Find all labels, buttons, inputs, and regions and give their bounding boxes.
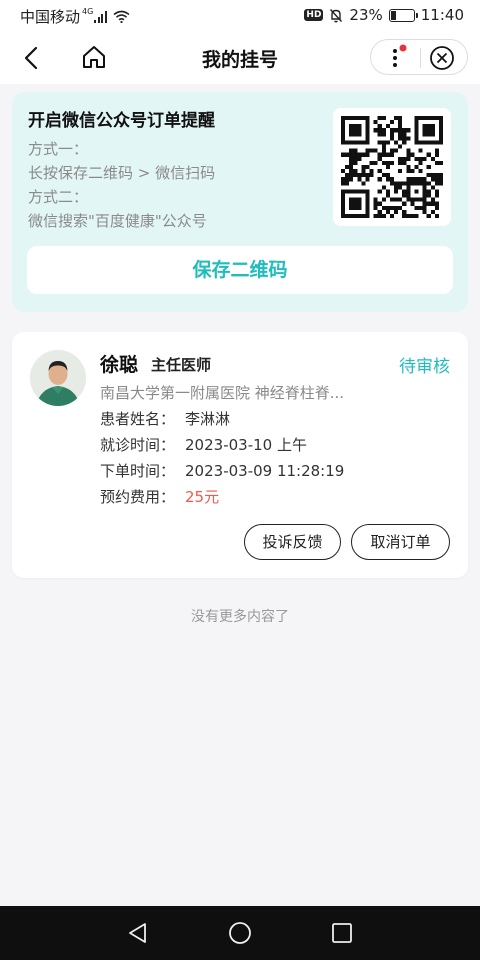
carrier-label: 中国移动 (20, 8, 81, 26)
no-more-text: 没有更多内容了 (191, 609, 289, 625)
bell-muted-icon (330, 8, 343, 22)
close-icon[interactable] (429, 45, 455, 71)
capsule-divider (420, 48, 421, 68)
nav-bar: 我的挂号 (0, 32, 480, 84)
doctor-avatar (30, 350, 86, 406)
order-card[interactable]: 徐聪 主任医师 待审核 南昌大学第一附属医院 神经脊柱脊... 患者姓名： 李淋淋… (12, 332, 468, 578)
qr-code-image (341, 116, 443, 218)
status-badge: 待审核 (399, 357, 450, 377)
hospital-department: 南昌大学第一附属医院 神经脊柱脊... (100, 384, 345, 402)
battery-percent: 23% (349, 6, 383, 24)
battery-icon (388, 8, 418, 22)
status-right: HD 23% 11:40 (304, 6, 464, 24)
field-value: 2023-03-10 上午 (185, 436, 307, 454)
save-qr-button[interactable]: 保存二维码 (27, 246, 453, 294)
status-left: 中国移动 4G (20, 6, 130, 27)
wifi-icon (113, 10, 130, 23)
subscribe-card: 开启微信公众号订单提醒 方式一： 长按保存二维码 > 微信扫码 方式二： 微信搜… (12, 92, 468, 312)
system-nav-bar (0, 906, 480, 960)
doctor-title: 主任医师 (151, 356, 212, 374)
method-one-label: 方式一： (28, 140, 89, 158)
fee-row: 预约费用： 25元 (100, 486, 219, 507)
field-label: 患者姓名： (100, 410, 176, 428)
more-icon[interactable] (379, 43, 415, 73)
field-label: 预约费用： (100, 488, 176, 506)
nav-home-circle-icon[interactable] (228, 921, 252, 945)
field-value: 2023-03-09 11:28:19 (185, 462, 345, 480)
doctor-name: 徐聪 (100, 354, 139, 376)
signal-icon (94, 10, 107, 23)
notify-dot (399, 44, 407, 52)
nav-back-triangle-icon[interactable] (126, 921, 150, 945)
nav-recents-square-icon[interactable] (330, 921, 354, 945)
mini-program-capsule (370, 39, 468, 75)
field-value: 李淋淋 (185, 410, 231, 428)
method-two-text: 微信搜索"百度健康"公众号 (28, 212, 207, 230)
subscribe-title: 开启微信公众号订单提醒 (28, 111, 215, 131)
qr-code[interactable] (333, 108, 451, 226)
visit-time-row: 就诊时间： 2023-03-10 上午 (100, 434, 307, 455)
field-label: 就诊时间： (100, 436, 176, 454)
network-type: 4G (82, 7, 94, 16)
order-time-row: 下单时间： 2023-03-09 11:28:19 (100, 460, 344, 481)
method-two-label: 方式二： (28, 188, 89, 206)
field-label: 下单时间： (100, 462, 176, 480)
status-bar: 中国移动 4G HD 23% 11:40 (0, 0, 480, 32)
patient-name-row: 患者姓名： 李淋淋 (100, 408, 230, 429)
clock: 11:40 (420, 6, 464, 24)
method-one-text: 长按保存二维码 > 微信扫码 (28, 164, 216, 182)
complaint-button[interactable]: 投诉反馈 (244, 524, 341, 560)
fee-value: 25元 (185, 488, 220, 506)
cancel-order-button[interactable]: 取消订单 (351, 524, 450, 560)
hd-badge: HD (304, 9, 324, 21)
